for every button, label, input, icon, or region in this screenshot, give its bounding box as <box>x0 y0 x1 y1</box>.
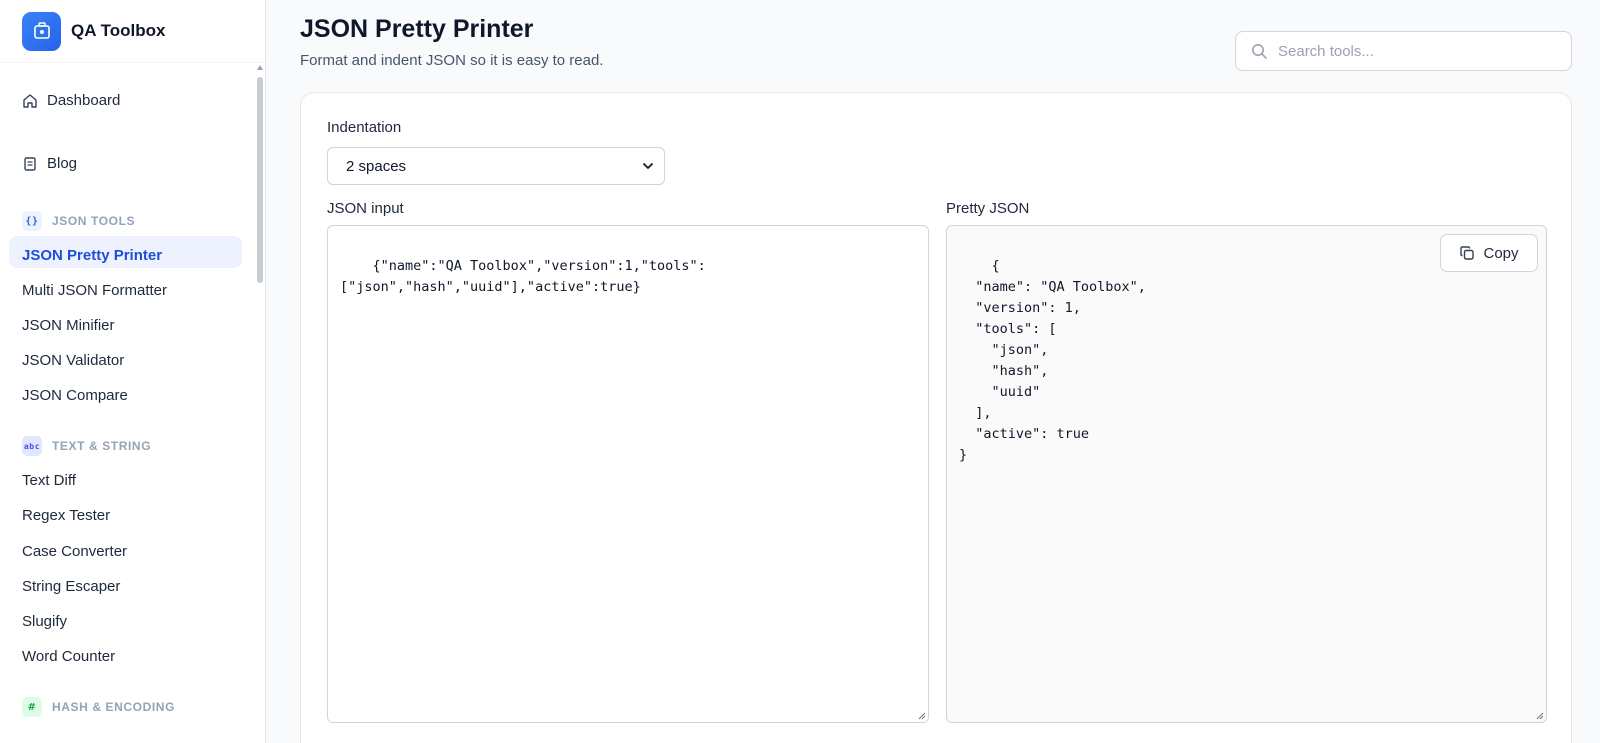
text-icon: abc <box>22 436 42 456</box>
sidebar-item-string-escaper[interactable]: String Escaper <box>22 578 120 595</box>
pretty-json-label: Pretty JSON <box>946 200 1030 217</box>
sidebar-item-json-minifier[interactable]: JSON Minifier <box>22 317 115 334</box>
home-icon <box>23 93 37 108</box>
sidebar-item-slugify[interactable]: Slugify <box>22 613 67 630</box>
sidebar-item-dashboard[interactable]: Dashboard <box>22 92 120 109</box>
scroll-up-icon[interactable] <box>257 65 263 70</box>
page-title: JSON Pretty Printer <box>300 15 534 43</box>
json-input-label: JSON input <box>327 200 404 217</box>
indentation-select[interactable]: 2 spaces <box>327 147 665 185</box>
json-input-value: {"name":"QA Toolbox","version":1,"tools"… <box>340 258 706 295</box>
section-hash-encoding: # HASH & ENCODING <box>22 697 175 717</box>
hash-icon: # <box>22 697 42 717</box>
sidebar-item-label: Dashboard <box>47 92 121 109</box>
resize-handle-icon[interactable] <box>917 711 926 720</box>
brand-name: QA Toolbox <box>71 21 166 40</box>
sidebar-item-json-validator[interactable]: JSON Validator <box>22 352 124 369</box>
sidebar-item-multi-json-formatter[interactable]: Multi JSON Formatter <box>22 282 167 299</box>
logo-icon <box>22 11 61 51</box>
sidebar-item-text-diff[interactable]: Text Diff <box>22 472 76 489</box>
copy-label: Copy <box>1483 244 1519 262</box>
sidebar-scrollbar[interactable] <box>256 64 264 743</box>
section-json-tools: {} JSON TOOLS <box>22 211 135 231</box>
pretty-json-output[interactable]: { "name": "QA Toolbox", "version": 1, "t… <box>946 225 1547 723</box>
sidebar-item-word-counter[interactable]: Word Counter <box>22 648 115 665</box>
indentation-label: Indentation <box>327 119 402 136</box>
sidebar-item-case-converter[interactable]: Case Converter <box>22 543 127 560</box>
sidebar-item-blog[interactable]: Blog <box>22 155 77 172</box>
document-icon <box>24 156 36 171</box>
copy-button[interactable]: Copy <box>1440 234 1538 272</box>
sidebar-item-regex-tester[interactable]: Regex Tester <box>22 507 110 524</box>
page-subtitle: Format and indent JSON so it is easy to … <box>300 52 604 69</box>
chevron-down-icon <box>643 163 653 169</box>
brand[interactable]: QA Toolbox <box>0 0 265 63</box>
section-text-string: abc TEXT & STRING <box>22 436 151 456</box>
sidebar-item-json-compare[interactable]: JSON Compare <box>22 387 128 404</box>
search-input[interactable] <box>1278 42 1558 60</box>
sidebar-item-label: Blog <box>47 155 78 172</box>
scroll-thumb[interactable] <box>257 77 263 283</box>
search-box[interactable] <box>1235 31 1572 71</box>
resize-handle-icon[interactable] <box>1535 711 1544 720</box>
tool-card: Indentation 2 spaces JSON input {"name":… <box>300 92 1572 743</box>
copy-icon <box>1460 246 1475 260</box>
sidebar-item-json-pretty-printer[interactable]: JSON Pretty Printer <box>22 247 162 264</box>
pretty-json-value: { "name": "QA Toolbox", "version": 1, "t… <box>959 258 1146 463</box>
json-input-textarea[interactable]: {"name":"QA Toolbox","version":1,"tools"… <box>327 225 929 723</box>
indentation-value: 2 spaces <box>346 157 407 175</box>
braces-icon: {} <box>22 211 42 231</box>
search-icon <box>1252 43 1267 59</box>
sidebar: QA Toolbox Dashboard Blog {} JSON TOOLS … <box>0 0 266 743</box>
